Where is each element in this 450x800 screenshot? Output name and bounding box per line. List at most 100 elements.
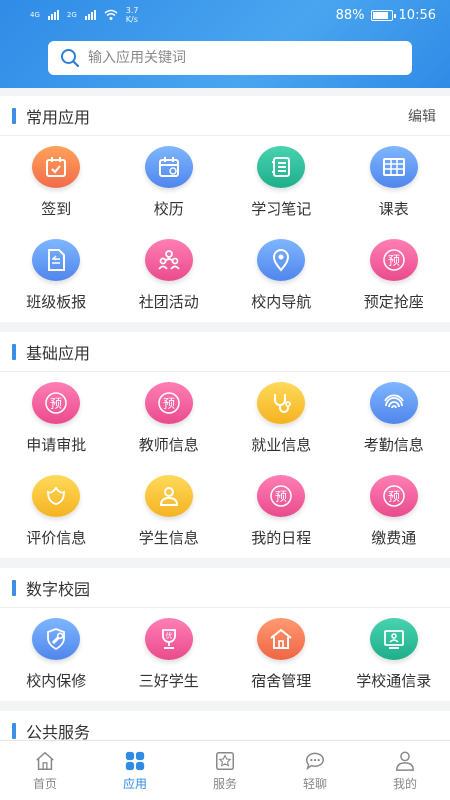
reserve-icon: 预 xyxy=(144,382,193,424)
contacts-icon xyxy=(369,618,418,660)
app-class-board[interactable]: 班级板报 xyxy=(0,229,113,322)
app-evaluation-info[interactable]: 评价信息 xyxy=(0,465,113,558)
app-club-activities[interactable]: 社团活动 xyxy=(113,229,226,322)
tab-label: 我的 xyxy=(392,776,417,791)
app-study-notes[interactable]: 学习笔记 xyxy=(225,136,338,229)
clock: 10:56 xyxy=(398,7,436,23)
app-label: 校内导航 xyxy=(251,293,312,311)
tab-home[interactable]: 首页 xyxy=(0,741,90,800)
chat-icon xyxy=(306,752,324,770)
section-header: 数字校园 xyxy=(0,568,450,608)
app-application-approval[interactable]: 预 申请审批 xyxy=(0,372,113,465)
app-label: 学生信息 xyxy=(138,529,199,547)
app-seat-reservation[interactable]: 预 预定抢座 xyxy=(338,229,450,322)
wrench-icon xyxy=(32,618,81,660)
app-teacher-info[interactable]: 预 教师信息 xyxy=(113,372,226,465)
reserve-glyph: 预 xyxy=(163,397,175,411)
home-icon xyxy=(36,751,54,770)
app-content: 常用应用 编辑 签到 校历 学习笔记 课表 班级板报 社团活动 校内导航 预 预… xyxy=(0,96,450,761)
net-speed-value: 3.7 xyxy=(125,6,139,15)
house-icon xyxy=(257,618,306,660)
section-common-apps: 常用应用 编辑 签到 校历 学习笔记 课表 班级板报 社团活动 校内导航 预 预… xyxy=(0,96,450,322)
app-label: 预定抢座 xyxy=(363,293,424,311)
app-student-info[interactable]: 学生信息 xyxy=(113,465,226,558)
app-school-calendar[interactable]: 校历 xyxy=(113,136,226,229)
app-label: 学习笔记 xyxy=(251,200,312,218)
app-sign-in[interactable]: 签到 xyxy=(0,136,113,229)
battery-icon xyxy=(370,9,396,21)
app-timetable[interactable]: 课表 xyxy=(338,136,450,229)
section-title: 基础应用 xyxy=(12,340,90,364)
search-box[interactable] xyxy=(48,41,412,75)
net-speed-unit: K/s xyxy=(125,15,138,24)
app-label: 教师信息 xyxy=(138,436,199,454)
tab-label: 首页 xyxy=(32,776,57,791)
app-merit-student[interactable]: 优 三好学生 xyxy=(113,608,226,701)
app-employment-info[interactable]: 就业信息 xyxy=(225,372,338,465)
section-title: 常用应用 xyxy=(12,104,90,128)
app-dorm-management[interactable]: 宿舍管理 xyxy=(225,608,338,701)
calendar-icon xyxy=(144,146,193,188)
app-label: 课表 xyxy=(378,200,409,218)
bottom-tab-bar: 首页 应用 服务 轻聊 我的 xyxy=(0,740,450,800)
app-payment[interactable]: 预 缴费通 xyxy=(338,465,450,558)
app-label: 评价信息 xyxy=(26,529,87,547)
section-title: 数字校园 xyxy=(12,576,90,600)
profile-icon xyxy=(396,751,414,771)
app-label: 申请审批 xyxy=(26,436,87,454)
search-icon xyxy=(61,49,80,68)
section-basic-apps: 基础应用 预 申请审批 预 教师信息 就业信息 考勤信息 评价信息 学生信息 预… xyxy=(0,332,450,558)
app-label: 学校通信录 xyxy=(356,672,432,690)
app-label: 就业信息 xyxy=(251,436,312,454)
tab-me[interactable]: 我的 xyxy=(360,741,450,800)
app-label: 考勤信息 xyxy=(363,436,424,454)
stethoscope-icon xyxy=(257,382,306,424)
app-label: 班级板报 xyxy=(26,293,87,311)
app-grid: 签到 校历 学习笔记 课表 班级板报 社团活动 校内导航 预 预定抢座 xyxy=(0,136,450,322)
app-label: 宿舍管理 xyxy=(251,672,312,690)
tab-chat[interactable]: 轻聊 xyxy=(270,741,360,800)
reserve-icon: 预 xyxy=(369,239,418,281)
signal-bars-icon xyxy=(47,10,59,20)
table-icon xyxy=(369,146,418,188)
search-input[interactable] xyxy=(88,50,388,66)
reserve-glyph: 预 xyxy=(388,254,400,268)
wifi-icon xyxy=(104,9,118,20)
section-title: 公共服务 xyxy=(12,719,90,743)
app-school-contacts[interactable]: 学校通信录 xyxy=(338,608,450,701)
person-icon xyxy=(144,475,193,517)
app-label: 校内保修 xyxy=(26,672,87,690)
tab-label: 应用 xyxy=(122,776,147,791)
trophy-icon: 优 xyxy=(144,618,193,660)
app-label: 社团活动 xyxy=(138,293,199,311)
reserve-glyph: 预 xyxy=(50,397,62,411)
app-label: 三好学生 xyxy=(138,672,199,690)
edit-button[interactable]: 编辑 xyxy=(408,106,436,126)
apps-icon xyxy=(125,751,145,770)
network-indicators: 4G 2G 3.7 K/s xyxy=(30,6,139,24)
document-icon xyxy=(32,239,81,281)
section-header: 常用应用 编辑 xyxy=(0,96,450,136)
status-right: 88% 10:56 xyxy=(336,8,436,23)
app-campus-repair[interactable]: 校内保修 xyxy=(0,608,113,701)
app-attendance-info[interactable]: 考勤信息 xyxy=(338,372,450,465)
star-frame-icon xyxy=(216,751,234,770)
tab-apps[interactable]: 应用 xyxy=(90,741,180,800)
app-grid: 预 申请审批 预 教师信息 就业信息 考勤信息 评价信息 学生信息 预 我的日程… xyxy=(0,372,450,558)
tab-services[interactable]: 服务 xyxy=(180,741,270,800)
calendar-check-icon xyxy=(32,146,81,188)
flower-icon xyxy=(32,475,81,517)
app-label: 缴费通 xyxy=(371,529,417,547)
location-pin-icon xyxy=(257,239,306,281)
signal-2g-label: 2G xyxy=(66,11,77,19)
reserve-icon: 预 xyxy=(369,475,418,517)
net-speed: 3.7 K/s xyxy=(126,6,139,24)
app-campus-navigation[interactable]: 校内导航 xyxy=(225,229,338,322)
app-my-schedule[interactable]: 预 我的日程 xyxy=(225,465,338,558)
tab-label: 轻聊 xyxy=(302,776,327,791)
reserve-icon: 预 xyxy=(32,382,81,424)
trophy-glyph: 优 xyxy=(165,631,172,640)
app-label: 签到 xyxy=(41,200,72,218)
status-bar: 4G 2G 3.7 K/s 88% 10:56 xyxy=(0,0,450,30)
section-digital-campus: 数字校园 校内保修 优 三好学生 宿舍管理 学校通信录 xyxy=(0,568,450,701)
